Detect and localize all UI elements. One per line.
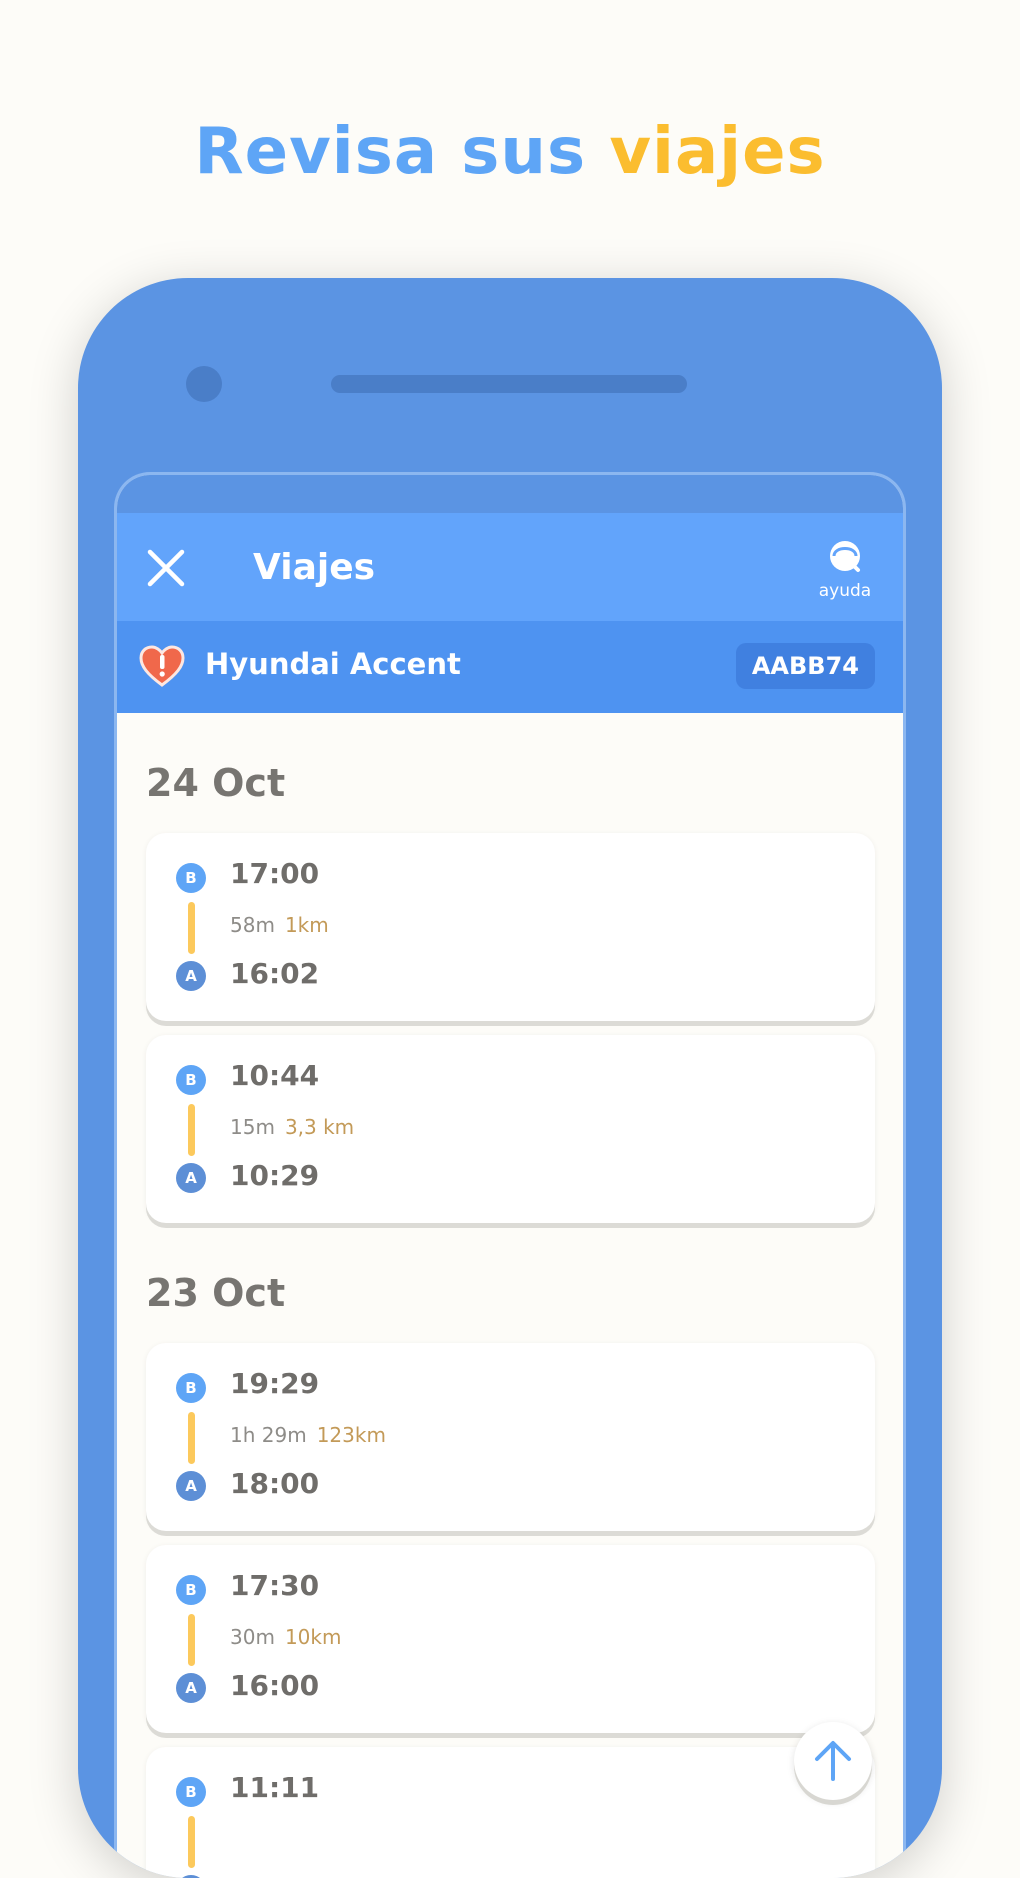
trip-distance: 10km	[284, 1625, 342, 1649]
trip-duration: 15m	[230, 1115, 275, 1139]
date-heading: 23 Oct	[146, 1271, 286, 1315]
route-line	[188, 1104, 195, 1156]
date-heading: 24 Oct	[146, 761, 286, 805]
vehicle-name: Hyundai Accent	[205, 647, 461, 681]
trip-meta	[230, 1827, 240, 1851]
start-time: 10:29	[230, 1159, 320, 1192]
start-time: 16:00	[230, 1669, 320, 1702]
heart-alert-icon	[139, 645, 185, 687]
start-point-badge: A	[176, 1471, 206, 1501]
end-time: 11:11	[230, 1771, 320, 1804]
trip-card[interactable]: B A 17:00 58m 1km 16:02	[146, 833, 875, 1021]
start-point-badge: A	[176, 1673, 206, 1703]
route-line	[188, 1816, 195, 1868]
trip-duration: 1h 29m	[230, 1423, 307, 1447]
trip-meta: 58m 1km	[230, 913, 329, 937]
start-point-badge: A	[176, 961, 206, 991]
trip-duration: 30m	[230, 1625, 275, 1649]
start-point-badge: A	[176, 1163, 206, 1193]
trip-meta: 15m 3,3 km	[230, 1115, 354, 1139]
arrow-up-icon	[815, 1741, 851, 1781]
start-time: 18:00	[230, 1467, 320, 1500]
trip-distance: 1km	[284, 913, 329, 937]
headline-part-2: viajes	[609, 115, 826, 189]
trip-meta: 1h 29m 123km	[230, 1423, 386, 1447]
route-line	[188, 902, 195, 954]
app-bar: Viajes ayuda	[117, 513, 903, 621]
phone-frame: Viajes ayuda Hyundai Accent AABB74 24 Oc…	[78, 278, 942, 1878]
trip-distance: 123km	[316, 1423, 386, 1447]
trip-card[interactable]: B A 17:30 30m 10km 16:00	[146, 1545, 875, 1733]
route-line	[188, 1614, 195, 1666]
trips-list: 24 Oct B A 17:00 58m 1km 16:02 B A 10:44 …	[117, 761, 903, 1878]
phone-screen: Viajes ayuda Hyundai Accent AABB74 24 Oc…	[114, 472, 906, 1878]
end-point-badge: B	[176, 863, 206, 893]
trip-card[interactable]: B A 10:44 15m 3,3 km 10:29	[146, 1035, 875, 1223]
close-button[interactable]	[145, 547, 187, 589]
end-point-badge: B	[176, 1575, 206, 1605]
headline: Revisa sus viajes	[0, 115, 1020, 189]
help-label: ayuda	[818, 581, 872, 601]
page-title: Viajes	[253, 547, 376, 588]
vehicle-bar: Hyundai Accent AABB74	[117, 621, 903, 713]
trip-meta: 30m 10km	[230, 1625, 341, 1649]
headset-icon	[830, 541, 860, 572]
end-point-badge: B	[176, 1373, 206, 1403]
headline-part-1: Revisa sus	[194, 115, 587, 189]
scroll-to-top-button[interactable]	[794, 1722, 872, 1800]
end-time: 17:00	[230, 857, 320, 890]
close-icon	[147, 549, 185, 587]
trip-duration: 58m	[230, 913, 275, 937]
camera-dot	[186, 366, 222, 402]
end-time: 17:30	[230, 1569, 320, 1602]
start-time: 16:02	[230, 957, 320, 990]
end-time: 10:44	[230, 1059, 320, 1092]
end-time: 19:29	[230, 1367, 320, 1400]
speaker-grille	[331, 375, 687, 393]
trip-card[interactable]: B A 19:29 1h 29m 123km 18:00	[146, 1343, 875, 1531]
license-plate-badge: AABB74	[735, 643, 875, 689]
route-line	[188, 1412, 195, 1464]
end-point-badge: B	[176, 1065, 206, 1095]
trip-distance: 3,3 km	[284, 1115, 355, 1139]
status-bar	[117, 475, 903, 513]
help-button[interactable]: ayuda	[817, 537, 873, 601]
end-point-badge: B	[176, 1777, 206, 1807]
